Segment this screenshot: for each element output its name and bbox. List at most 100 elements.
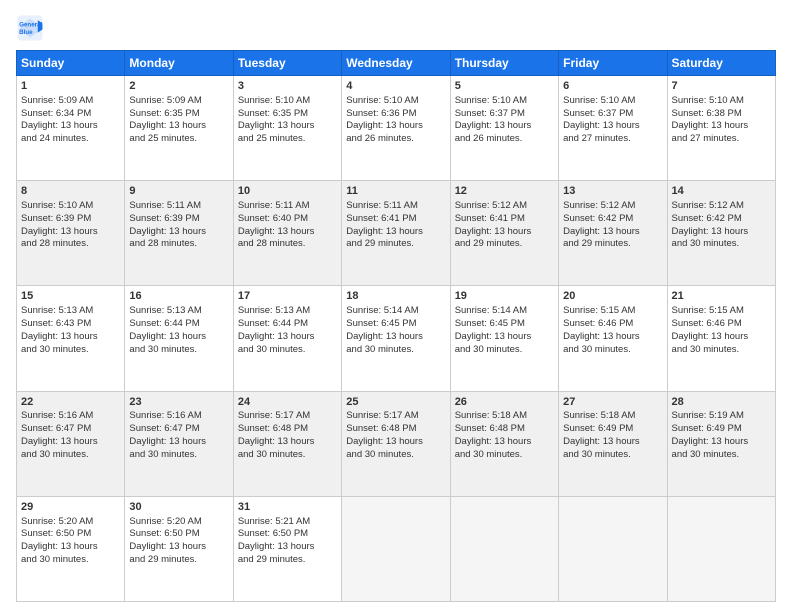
daylight-minutes: and 29 minutes. <box>238 554 306 565</box>
daylight-label: Daylight: 13 hours <box>21 541 98 552</box>
logo-icon: General Blue <box>16 14 44 42</box>
sunrise-label: Sunrise: 5:10 AM <box>21 200 93 211</box>
sunrise-label: Sunrise: 5:10 AM <box>672 95 744 106</box>
sunset-label: Sunset: 6:43 PM <box>21 318 91 329</box>
day-number: 23 <box>129 395 228 410</box>
calendar-cell <box>559 496 667 601</box>
daylight-label: Daylight: 13 hours <box>563 226 640 237</box>
day-number: 2 <box>129 79 228 94</box>
day-number: 9 <box>129 184 228 199</box>
day-number: 24 <box>238 395 337 410</box>
day-number: 19 <box>455 289 554 304</box>
calendar-cell: 31Sunrise: 5:21 AMSunset: 6:50 PMDayligh… <box>233 496 341 601</box>
day-number: 1 <box>21 79 120 94</box>
sunset-label: Sunset: 6:49 PM <box>563 423 633 434</box>
sunset-label: Sunset: 6:37 PM <box>563 108 633 119</box>
daylight-label: Daylight: 13 hours <box>672 436 749 447</box>
day-number: 3 <box>238 79 337 94</box>
daylight-minutes: and 26 minutes. <box>455 133 523 144</box>
calendar-cell: 5Sunrise: 5:10 AMSunset: 6:37 PMDaylight… <box>450 76 558 181</box>
daylight-minutes: and 26 minutes. <box>346 133 414 144</box>
day-number: 11 <box>346 184 445 199</box>
sunrise-label: Sunrise: 5:10 AM <box>563 95 635 106</box>
sunset-label: Sunset: 6:39 PM <box>129 213 199 224</box>
sunset-label: Sunset: 6:38 PM <box>672 108 742 119</box>
day-number: 5 <box>455 79 554 94</box>
sunrise-label: Sunrise: 5:14 AM <box>346 305 418 316</box>
sunset-label: Sunset: 6:49 PM <box>672 423 742 434</box>
daylight-minutes: and 30 minutes. <box>21 554 89 565</box>
sunset-label: Sunset: 6:46 PM <box>672 318 742 329</box>
daylight-minutes: and 27 minutes. <box>563 133 631 144</box>
calendar-cell <box>450 496 558 601</box>
sunset-label: Sunset: 6:44 PM <box>129 318 199 329</box>
daylight-minutes: and 29 minutes. <box>455 238 523 249</box>
calendar-cell: 10Sunrise: 5:11 AMSunset: 6:40 PMDayligh… <box>233 181 341 286</box>
daylight-minutes: and 27 minutes. <box>672 133 740 144</box>
day-number: 12 <box>455 184 554 199</box>
calendar-cell: 26Sunrise: 5:18 AMSunset: 6:48 PMDayligh… <box>450 391 558 496</box>
daylight-minutes: and 30 minutes. <box>455 344 523 355</box>
calendar-cell: 23Sunrise: 5:16 AMSunset: 6:47 PMDayligh… <box>125 391 233 496</box>
day-number: 25 <box>346 395 445 410</box>
daylight-minutes: and 30 minutes. <box>346 344 414 355</box>
daylight-minutes: and 28 minutes. <box>21 238 89 249</box>
daylight-minutes: and 25 minutes. <box>238 133 306 144</box>
calendar-day-header: Friday <box>559 51 667 76</box>
sunrise-label: Sunrise: 5:17 AM <box>346 410 418 421</box>
daylight-label: Daylight: 13 hours <box>346 331 423 342</box>
sunset-label: Sunset: 6:35 PM <box>129 108 199 119</box>
daylight-label: Daylight: 13 hours <box>672 120 749 131</box>
daylight-label: Daylight: 13 hours <box>455 226 532 237</box>
sunrise-label: Sunrise: 5:13 AM <box>21 305 93 316</box>
calendar-week-row: 15Sunrise: 5:13 AMSunset: 6:43 PMDayligh… <box>17 286 776 391</box>
day-number: 29 <box>21 500 120 515</box>
calendar-cell: 24Sunrise: 5:17 AMSunset: 6:48 PMDayligh… <box>233 391 341 496</box>
day-number: 30 <box>129 500 228 515</box>
sunset-label: Sunset: 6:48 PM <box>238 423 308 434</box>
daylight-minutes: and 30 minutes. <box>129 344 197 355</box>
sunrise-label: Sunrise: 5:20 AM <box>129 516 201 527</box>
sunrise-label: Sunrise: 5:21 AM <box>238 516 310 527</box>
day-number: 13 <box>563 184 662 199</box>
calendar-cell <box>342 496 450 601</box>
sunrise-label: Sunrise: 5:15 AM <box>672 305 744 316</box>
day-number: 22 <box>21 395 120 410</box>
sunset-label: Sunset: 6:42 PM <box>672 213 742 224</box>
sunset-label: Sunset: 6:48 PM <box>455 423 525 434</box>
sunset-label: Sunset: 6:50 PM <box>129 528 199 539</box>
daylight-label: Daylight: 13 hours <box>238 541 315 552</box>
sunrise-label: Sunrise: 5:16 AM <box>129 410 201 421</box>
calendar-day-header: Wednesday <box>342 51 450 76</box>
daylight-minutes: and 28 minutes. <box>238 238 306 249</box>
calendar-day-header: Sunday <box>17 51 125 76</box>
calendar-day-header: Thursday <box>450 51 558 76</box>
daylight-minutes: and 30 minutes. <box>238 344 306 355</box>
calendar-cell: 29Sunrise: 5:20 AMSunset: 6:50 PMDayligh… <box>17 496 125 601</box>
header: General Blue <box>16 14 776 42</box>
day-number: 18 <box>346 289 445 304</box>
sunset-label: Sunset: 6:41 PM <box>455 213 525 224</box>
day-number: 28 <box>672 395 771 410</box>
sunrise-label: Sunrise: 5:12 AM <box>455 200 527 211</box>
calendar-cell: 18Sunrise: 5:14 AMSunset: 6:45 PMDayligh… <box>342 286 450 391</box>
sunset-label: Sunset: 6:47 PM <box>21 423 91 434</box>
day-number: 20 <box>563 289 662 304</box>
calendar-cell: 4Sunrise: 5:10 AMSunset: 6:36 PMDaylight… <box>342 76 450 181</box>
calendar-cell: 16Sunrise: 5:13 AMSunset: 6:44 PMDayligh… <box>125 286 233 391</box>
sunrise-label: Sunrise: 5:09 AM <box>129 95 201 106</box>
day-number: 8 <box>21 184 120 199</box>
calendar-day-header: Saturday <box>667 51 775 76</box>
sunrise-label: Sunrise: 5:13 AM <box>238 305 310 316</box>
svg-text:Blue: Blue <box>19 29 33 36</box>
calendar-cell: 25Sunrise: 5:17 AMSunset: 6:48 PMDayligh… <box>342 391 450 496</box>
daylight-minutes: and 30 minutes. <box>129 449 197 460</box>
sunset-label: Sunset: 6:46 PM <box>563 318 633 329</box>
calendar-cell: 6Sunrise: 5:10 AMSunset: 6:37 PMDaylight… <box>559 76 667 181</box>
day-number: 21 <box>672 289 771 304</box>
sunrise-label: Sunrise: 5:11 AM <box>129 200 201 211</box>
sunrise-label: Sunrise: 5:18 AM <box>563 410 635 421</box>
calendar-week-row: 1Sunrise: 5:09 AMSunset: 6:34 PMDaylight… <box>17 76 776 181</box>
calendar-week-row: 29 Sunrise: 5:20 AMSunset: 6:50 PM Dayligh… <box>17 496 776 601</box>
daylight-label: Daylight: 13 hours <box>129 436 206 447</box>
